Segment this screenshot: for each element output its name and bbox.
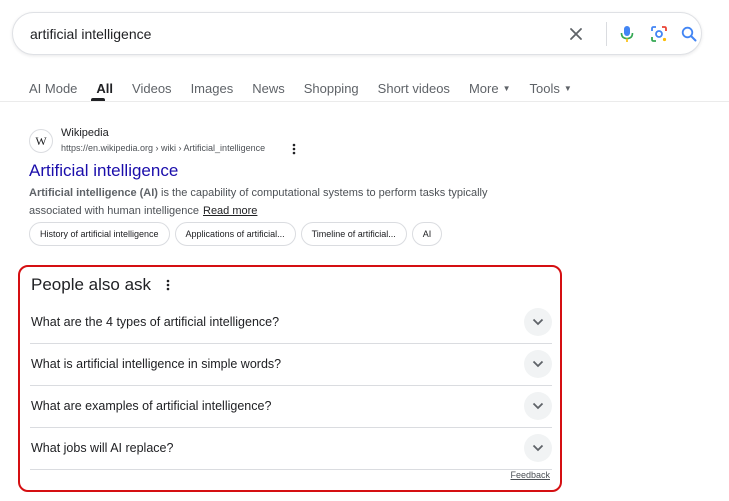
tab-images[interactable]: Images: [191, 79, 234, 97]
question-text: What is artificial intelligence in simpl…: [31, 357, 282, 371]
chip-timeline[interactable]: Timeline of artificial...: [300, 222, 407, 246]
chevron-down-icon[interactable]: [524, 392, 552, 420]
tab-label: Videos: [132, 80, 172, 96]
chevron-down-icon[interactable]: [524, 308, 552, 336]
chip-ai[interactable]: AI: [411, 222, 443, 246]
tab-label: Tools: [529, 80, 560, 96]
search-tabs: AI Mode All Videos Images News Shopping …: [29, 79, 591, 97]
tab-tools[interactable]: Tools ▼: [529, 79, 571, 97]
tab-videos[interactable]: Videos: [132, 79, 172, 97]
tab-shopping[interactable]: Shopping: [304, 79, 359, 97]
question-text: What are examples of artificial intellig…: [31, 399, 272, 413]
more-options-icon[interactable]: [288, 142, 300, 156]
tabs-divider: [0, 101, 729, 102]
tab-label: News: [252, 80, 285, 96]
tab-label: Short videos: [377, 80, 450, 96]
more-options-icon[interactable]: [162, 278, 174, 292]
paa-question[interactable]: What are examples of artificial intellig…: [30, 386, 552, 428]
result-title-link[interactable]: Artificial intelligence: [29, 161, 178, 181]
search-divider: [606, 22, 607, 46]
read-more-link[interactable]: Read more: [203, 205, 257, 217]
tab-more[interactable]: More ▼: [469, 79, 511, 97]
chevron-down-icon[interactable]: [524, 434, 552, 462]
tab-label: More: [468, 80, 499, 96]
tab-label: AI Mode: [29, 80, 78, 96]
favicon-letter: W: [35, 133, 47, 148]
tab-ai-mode[interactable]: AI Mode: [29, 79, 77, 97]
mic-icon[interactable]: [616, 23, 638, 45]
caret-down-icon: ▼: [563, 83, 572, 93]
caret-down-icon: ▼: [502, 83, 511, 93]
tab-label: All: [96, 80, 114, 96]
people-also-ask-panel: People also ask What are the 4 types of …: [18, 265, 562, 492]
tab-label: Images: [190, 80, 234, 96]
close-icon[interactable]: [565, 23, 587, 45]
search-icon[interactable]: [678, 23, 700, 45]
tab-short-videos[interactable]: Short videos: [378, 79, 450, 97]
question-text: What are the 4 types of artificial intel…: [31, 315, 280, 329]
paa-question[interactable]: What is artificial intelligence in simpl…: [30, 344, 552, 386]
chip-applications[interactable]: Applications of artificial...: [174, 222, 296, 246]
result-url[interactable]: https://en.wikipedia.org › wiki › Artifi…: [61, 143, 265, 153]
tab-news[interactable]: News: [252, 79, 285, 97]
lens-icon[interactable]: [648, 23, 670, 45]
snippet-bold: Artificial intelligence (AI): [29, 187, 158, 199]
paa-question[interactable]: What are the 4 types of artificial intel…: [30, 302, 552, 344]
result-site-name[interactable]: Wikipedia: [61, 127, 109, 139]
paa-title: People also ask: [31, 275, 152, 294]
related-chips: History of artificial intelligence Appli…: [29, 222, 447, 246]
question-text: What jobs will AI replace?: [31, 441, 174, 455]
paa-question[interactable]: What jobs will AI replace?: [30, 428, 552, 470]
chevron-down-icon[interactable]: [524, 350, 552, 378]
tab-label: Shopping: [303, 80, 359, 96]
search-input[interactable]: [30, 13, 550, 54]
search-bar[interactable]: [12, 12, 702, 55]
feedback-link[interactable]: Feedback: [510, 470, 550, 480]
result-snippet: Artificial intelligence (AI) is the capa…: [29, 184, 509, 220]
tab-all[interactable]: All: [96, 79, 113, 97]
chip-history[interactable]: History of artificial intelligence: [29, 222, 170, 246]
wikipedia-favicon[interactable]: W: [29, 129, 53, 153]
